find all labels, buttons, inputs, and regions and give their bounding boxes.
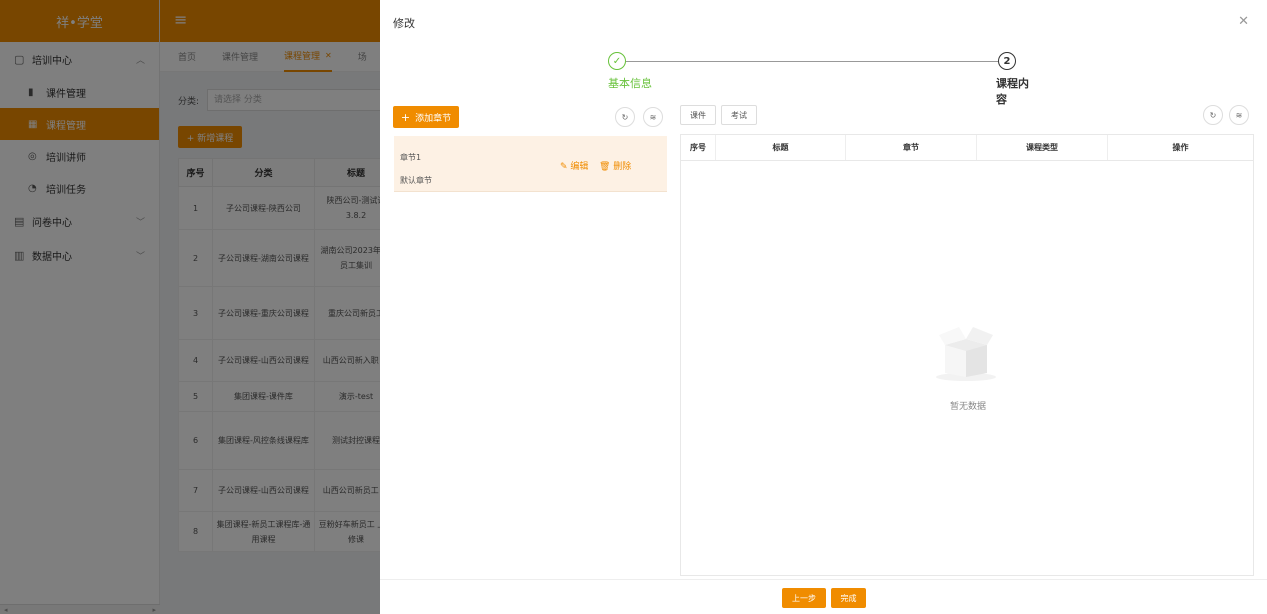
edit-label: 编辑 (570, 162, 589, 172)
column-header: 章节 (846, 135, 977, 160)
modal-overlay[interactable] (0, 0, 380, 614)
chapter-description: 默认章节 (400, 176, 432, 185)
finish-button[interactable]: 完成 (831, 588, 866, 608)
column-settings-icon[interactable]: ≋ (643, 107, 663, 127)
column-header: 序号 (681, 135, 716, 160)
step-label-content: 课程内容 (996, 77, 1029, 106)
drawer-footer: 上一步 完成 (380, 579, 1267, 614)
delete-label: 删除 (613, 162, 632, 172)
add-exam-button[interactable]: 考试 (721, 105, 757, 125)
add-courseware-button[interactable]: 课件 (680, 105, 716, 125)
empty-text: 暂无数据 (949, 402, 986, 412)
step-number: 2 (998, 52, 1016, 70)
close-icon[interactable]: ✕ (1238, 14, 1249, 29)
add-chapter-button[interactable]: + 添加章节 (393, 106, 459, 128)
plus-icon: + (400, 110, 411, 124)
column-settings-icon[interactable]: ≋ (1229, 105, 1249, 125)
chapter-name: 章节1 (400, 153, 422, 162)
drawer-title: 修改 (393, 17, 415, 30)
step-connector (626, 61, 998, 62)
refresh-icon[interactable]: ↻ (1203, 105, 1223, 125)
edit-icon: ✎ (560, 162, 571, 172)
steps: ✓ 2 基本信息 课程内容 (608, 52, 1038, 106)
check-icon: ✓ (608, 52, 626, 70)
column-header: 标题 (716, 135, 846, 160)
prev-step-button[interactable]: 上一步 (782, 588, 826, 608)
column-header: 操作 (1172, 143, 1189, 152)
content-table: 序号 标题 章节 课程类型 操作 暂无数据 (680, 134, 1254, 576)
table-header: 序号 标题 章节 课程类型 操作 (681, 135, 1253, 161)
trash-icon: 🗑 (599, 162, 614, 172)
chapter-item[interactable]: 章节1 默认章节 ✎ 编辑 🗑 删除 (394, 136, 667, 192)
column-header: 课程类型 (977, 135, 1108, 160)
edit-chapter-button[interactable]: ✎ 编辑 (560, 159, 588, 172)
empty-box-icon (936, 327, 996, 381)
delete-chapter-button[interactable]: 🗑 删除 (599, 159, 631, 172)
add-chapter-label: 添加章节 (415, 113, 452, 124)
edit-drawer: 修改 ✕ ✓ 2 基本信息 课程内容 + 添加章节 ↻ ≋ 章节1 默认章节 ✎… (380, 0, 1267, 614)
refresh-icon[interactable]: ↻ (615, 107, 635, 127)
step-label-basic: 基本信息 (608, 77, 652, 90)
